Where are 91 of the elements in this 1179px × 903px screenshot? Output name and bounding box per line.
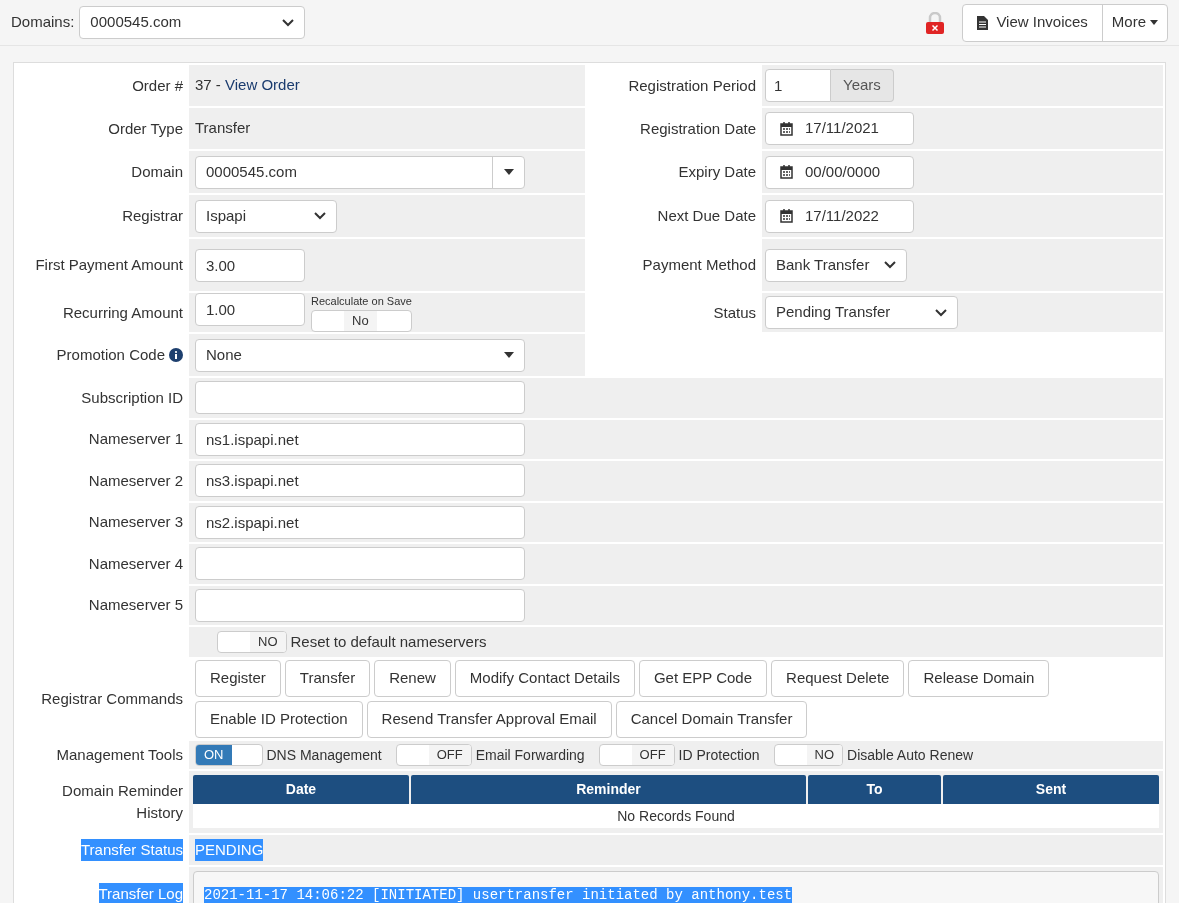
calendar-icon — [780, 121, 793, 136]
years-addon: Years — [831, 69, 894, 102]
command-button[interactable]: Release Domain — [908, 660, 1050, 697]
field-label: Status — [713, 302, 756, 323]
field-label: Domain — [131, 162, 183, 182]
command-button[interactable]: Resend Transfer Approval Email — [366, 701, 612, 738]
period-input-field[interactable]: 1 — [765, 69, 831, 102]
field-label: Transfer Status — [81, 839, 183, 861]
calendar-icon — [780, 165, 793, 179]
domain-combo-field[interactable]: 0000545.com — [195, 155, 525, 189]
command-button[interactable]: Register — [195, 660, 281, 697]
chevron-down-icon — [884, 261, 896, 269]
chevron-down-icon — [282, 18, 295, 27]
field-label: Nameserver 1 — [88, 429, 183, 450]
command-button[interactable]: Renew — [374, 660, 451, 697]
field-label: Management Tools — [56, 745, 183, 765]
caret-down-icon — [504, 352, 514, 358]
field-label: Nameserver 4 — [88, 553, 183, 574]
text-input-field[interactable] — [195, 588, 525, 622]
empty-table-message: No Records Found — [193, 804, 1159, 828]
command-button[interactable]: Get EPP Code — [638, 660, 768, 697]
caret-down-icon — [503, 169, 514, 175]
toggle-switch[interactable]: NO — [773, 744, 844, 766]
field-label: Domain Reminder History — [61, 781, 183, 823]
select-dropdown[interactable]: Pending Transfer — [765, 296, 958, 329]
table-header-cell: Sent — [943, 775, 1159, 804]
chevron-down-icon — [935, 308, 947, 317]
order-number-text: 37 - View Order — [195, 75, 300, 96]
date-input-field[interactable]: 17/11/2021 — [765, 112, 914, 145]
text-input-field[interactable]: 1.00 — [195, 292, 305, 326]
field-label: Nameserver 5 — [88, 595, 183, 616]
select-dropdown[interactable]: Ispapi — [195, 199, 337, 233]
field-label: Payment Method — [642, 255, 756, 275]
transfer-status-value: PENDING — [195, 838, 264, 862]
select-dropdown[interactable]: Bank Transfer — [765, 248, 907, 282]
view-invoices-button[interactable]: View Invoices — [963, 4, 1103, 41]
info-icon — [169, 348, 183, 362]
field-label: Registrar Commands — [41, 689, 183, 709]
table-header-cell: Date — [193, 775, 409, 804]
toggle-label: ID Protection — [678, 745, 760, 765]
view-order-link[interactable]: View Order — [225, 76, 300, 94]
text-input-field[interactable]: 3.00 — [195, 248, 305, 282]
toggle-label: Email Forwarding — [475, 745, 585, 765]
toggle-switch[interactable]: OFF — [598, 744, 675, 766]
field-label: Registration Period — [628, 75, 756, 96]
table-header-cell: To — [808, 775, 941, 804]
caret-down-icon — [1150, 20, 1158, 25]
toggle-switch[interactable]: No — [311, 310, 412, 333]
text-input-field[interactable] — [195, 547, 525, 581]
field-label: Expiry Date — [678, 162, 756, 182]
text-input-field[interactable]: ns1.ispapi.net — [195, 422, 525, 456]
command-button[interactable]: Request Delete — [771, 660, 905, 697]
field-value: Transfer — [195, 118, 251, 139]
command-button[interactable]: Enable ID Protection — [195, 701, 363, 738]
recalculate-label: Recalculate on Save — [311, 293, 412, 309]
field-label: Registrar — [122, 206, 183, 226]
transfer-log-text: 2021-11-17 14:06:22 [INITIATED] usertransfer initiated by anthony.test — [204, 887, 793, 903]
calendar-icon — [780, 209, 793, 223]
field-label: Order Type — [108, 118, 183, 139]
field-label: Registration Date — [640, 118, 756, 139]
field-label: Nameserver 2 — [88, 470, 183, 491]
field-label: Transfer Log — [98, 883, 183, 903]
command-button[interactable]: Transfer — [284, 660, 371, 697]
domains-label: Domains: — [11, 12, 75, 33]
text-input-field[interactable] — [195, 381, 525, 415]
command-button[interactable]: Cancel Domain Transfer — [615, 701, 808, 738]
document-icon — [977, 15, 989, 30]
toggle-switch[interactable]: OFF — [395, 744, 472, 766]
field-label: Next Due Date — [657, 206, 756, 226]
lock-icon — [926, 11, 945, 34]
toggle-switch[interactable]: NO — [217, 631, 287, 653]
date-input-field[interactable]: 00/00/0000 — [765, 155, 914, 189]
field-label: Nameserver 3 — [88, 512, 183, 533]
select-dropdown[interactable]: 0000545.com — [79, 6, 306, 39]
field-label: Recurring Amount — [62, 302, 183, 323]
toggle-label: Disable Auto Renew — [847, 745, 974, 765]
command-button[interactable]: Modify Contact Details — [454, 660, 635, 697]
toggle-label: DNS Management — [266, 745, 382, 765]
toggle-label: Reset to default nameservers — [290, 631, 487, 652]
field-label: Order # — [132, 75, 183, 96]
text-input-field[interactable]: ns3.ispapi.net — [195, 464, 525, 498]
chevron-down-icon — [314, 212, 326, 220]
table-header-cell: Reminder — [411, 775, 806, 804]
field-label: Subscription ID — [81, 387, 183, 408]
toggle-switch[interactable]: ON — [195, 744, 263, 766]
date-input-field[interactable]: 17/11/2022 — [765, 199, 914, 233]
more-button[interactable]: More — [1102, 4, 1167, 41]
text-input-field[interactable]: ns2.ispapi.net — [195, 505, 525, 539]
select-dropdown[interactable]: None — [195, 338, 525, 372]
field-label: First Payment Amount — [35, 255, 183, 275]
field-label: Promotion Code — [56, 345, 165, 365]
